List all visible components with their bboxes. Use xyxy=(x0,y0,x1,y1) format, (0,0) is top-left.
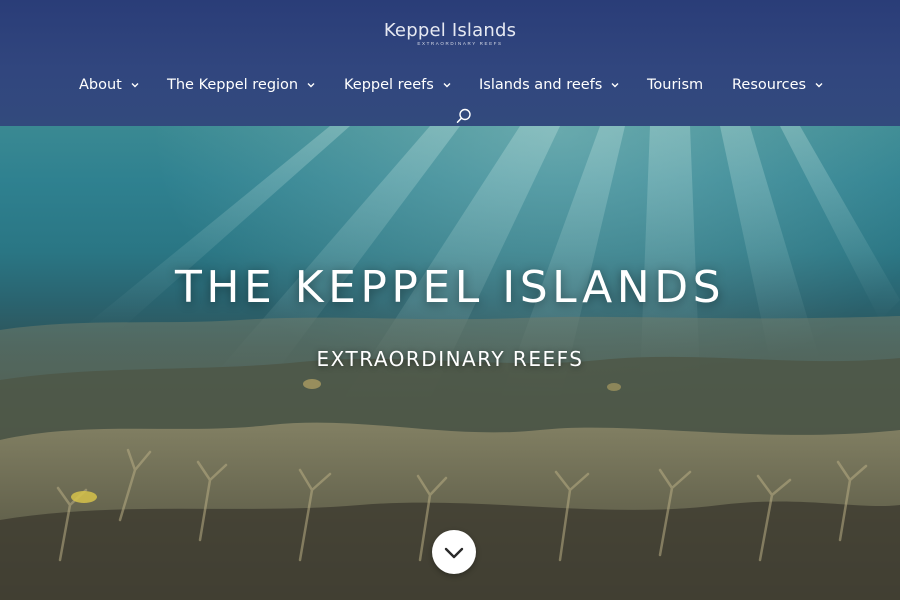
chevron-down-icon xyxy=(815,83,823,88)
hero-subtitle: EXTRAORDINARY REEFS xyxy=(316,347,584,371)
site-header: Keppel Islands EXTRAORDINARY REEFS About… xyxy=(0,0,900,126)
nav-item-label: Tourism xyxy=(647,77,704,93)
chevron-down-icon xyxy=(307,83,315,88)
logo-tagline: EXTRAORDINARY REEFS xyxy=(417,41,503,46)
nav-item-label: The Keppel region xyxy=(167,77,299,93)
nav-item-keppel-region[interactable]: The Keppel region xyxy=(167,74,316,96)
hero-title: THE KEPPEL ISLANDS xyxy=(174,262,726,313)
scroll-down-button[interactable] xyxy=(432,530,476,574)
chevron-down-icon xyxy=(443,83,451,88)
logo-title: Keppel Islands xyxy=(383,20,517,41)
nav-item-keppel-reefs[interactable]: Keppel reefs xyxy=(344,74,452,96)
chevron-down-icon xyxy=(611,83,619,88)
nav-item-label: Resources xyxy=(732,77,807,93)
nav-item-label: About xyxy=(79,77,122,93)
search-icon xyxy=(456,108,471,123)
nav-item-resources[interactable]: Resources xyxy=(732,74,824,96)
nav-item-label: Islands and reefs xyxy=(479,77,603,93)
nav-item-islands-and-reefs[interactable]: Islands and reefs xyxy=(479,74,620,96)
nav-item-label: Keppel reefs xyxy=(344,77,434,93)
search-button[interactable] xyxy=(455,107,473,125)
nav-item-about[interactable]: About xyxy=(79,74,140,96)
chevron-down-icon xyxy=(131,83,139,88)
page: Keppel Islands EXTRAORDINARY REEFS About… xyxy=(0,0,900,600)
nav-item-tourism[interactable]: Tourism xyxy=(647,74,703,96)
site-logo[interactable]: Keppel Islands xyxy=(0,20,900,42)
chevron-down-icon xyxy=(444,547,464,559)
